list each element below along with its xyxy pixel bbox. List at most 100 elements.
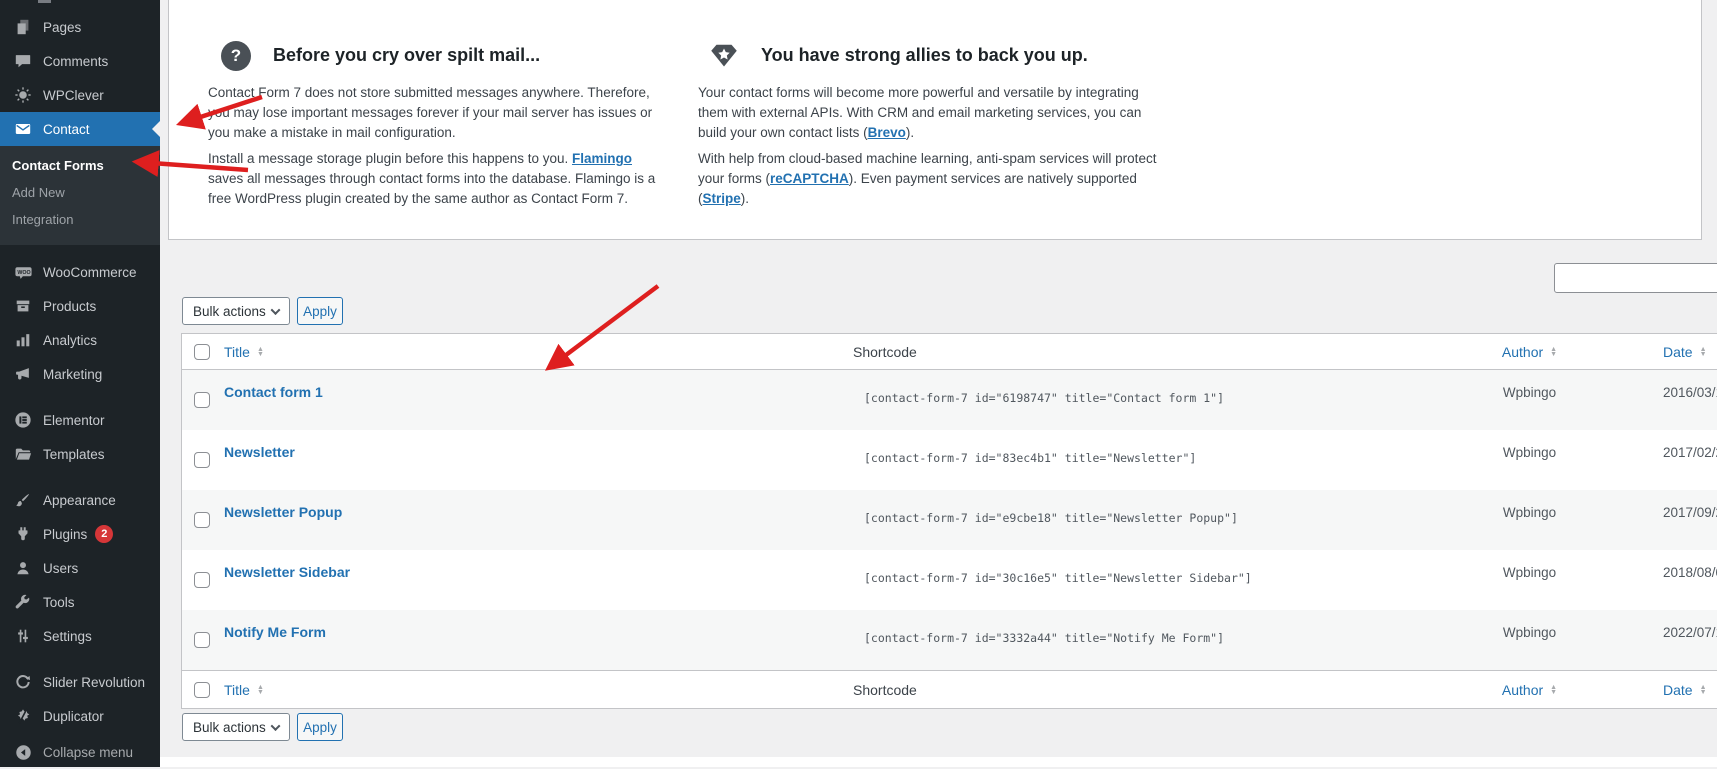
row-checkbox[interactable] <box>194 392 210 408</box>
stripe-link[interactable]: Stripe <box>703 191 741 206</box>
tablenav-top: Bulk actions Apply <box>182 297 343 327</box>
woocommerce-icon: WOO <box>13 262 33 282</box>
form-title-link[interactable]: Newsletter Sidebar <box>224 564 350 580</box>
page-footer-strip <box>160 757 1717 767</box>
sidebar-item-woocommerce[interactable]: WOO WooCommerce <box>0 255 160 289</box>
row-checkbox[interactable] <box>194 572 210 588</box>
date-cell: 2017/02/2 <box>1663 430 1717 460</box>
date-column-header[interactable]: Date▲▼ <box>1663 334 1707 370</box>
form-title-link[interactable]: Notify Me Form <box>224 624 326 640</box>
collapse-menu-button[interactable]: Collapse menu <box>0 735 160 769</box>
row-checkbox[interactable] <box>194 452 210 468</box>
flamingo-link[interactable]: Flamingo <box>572 151 632 166</box>
sidebar-item-pages[interactable]: Pages <box>0 10 160 44</box>
admin-sidebar: Pages Comments WPClever Contact Contact … <box>0 0 160 767</box>
sidebar-item-label: Duplicator <box>43 709 104 724</box>
bulk-actions-label: Bulk actions <box>193 304 266 319</box>
paragraph-text: Contact Form 7 does not store submitted … <box>208 85 652 140</box>
date-column-header[interactable]: Date▲▼ <box>1663 671 1707 709</box>
welcome-right-paragraph-2: With help from cloud-based machine learn… <box>698 149 1164 209</box>
sidebar-item-products[interactable]: Products <box>0 289 160 323</box>
title-column-header[interactable]: Title▲▼ <box>224 671 264 709</box>
sidebar-item-label: Slider Revolution <box>43 675 145 690</box>
submenu-item-integration[interactable]: Integration <box>0 206 160 233</box>
sidebar-item-users[interactable]: Users <box>0 551 160 585</box>
table-header-row: Title▲▼ Shortcode Author▲▼ Date▲▼ <box>182 334 1717 370</box>
bar-chart-icon <box>13 330 33 350</box>
author-cell: Wpbingo <box>1482 610 1577 640</box>
chevron-down-icon <box>271 305 281 315</box>
sidebar-item-plugins[interactable]: Plugins 2 <box>0 517 160 551</box>
sidebar-item-comments[interactable]: Comments <box>0 44 160 78</box>
table-row: Newsletter [contact-form-7 id="83ec4b1" … <box>182 430 1717 490</box>
sidebar-item-duplicator[interactable]: Duplicator <box>0 699 160 733</box>
sidebar-item-label: Plugins <box>43 527 87 542</box>
posts-icon-partial <box>38 0 51 3</box>
author-column-header[interactable]: Author▲▼ <box>1482 334 1577 370</box>
form-title-link[interactable]: Newsletter <box>224 444 295 460</box>
author-column-header[interactable]: Author▲▼ <box>1482 671 1577 709</box>
select-all-checkbox[interactable] <box>194 344 210 360</box>
author-cell: Wpbingo <box>1482 430 1577 460</box>
pages-icon <box>13 17 33 37</box>
sidebar-item-label: Settings <box>43 629 92 644</box>
sidebar-item-marketing[interactable]: Marketing <box>0 357 160 391</box>
form-title-link[interactable]: Contact form 1 <box>224 384 323 400</box>
date-cell: 2018/08/0 <box>1663 550 1717 580</box>
bulk-actions-select[interactable]: Bulk actions <box>182 297 290 325</box>
sidebar-item-label: Contact <box>43 122 90 137</box>
table-row: Newsletter Sidebar [contact-form-7 id="3… <box>182 550 1717 610</box>
sidebar-item-elementor[interactable]: Elementor <box>0 403 160 437</box>
sidebar-item-slider-revolution[interactable]: Slider Revolution <box>0 665 160 699</box>
welcome-left-paragraph-1: Contact Form 7 does not store submitted … <box>208 83 660 143</box>
shortcode-text: [contact-form-7 id="3332a44" title="Noti… <box>864 610 1224 645</box>
sidebar-item-contact[interactable]: Contact <box>0 112 160 146</box>
sidebar-item-analytics[interactable]: Analytics <box>0 323 160 357</box>
bulk-actions-select[interactable]: Bulk actions <box>182 713 290 741</box>
sidebar-item-label: Comments <box>43 54 108 69</box>
apply-button[interactable]: Apply <box>297 297 343 325</box>
folder-icon <box>13 444 33 464</box>
collapse-arrow-icon <box>13 742 33 762</box>
paragraph-text: Your contact forms will become more powe… <box>698 85 1141 140</box>
sidebar-item-label: Pages <box>43 20 81 35</box>
admin-content: ? Before you cry over spilt mail... Cont… <box>160 0 1717 767</box>
table-row: Newsletter Popup [contact-form-7 id="e9c… <box>182 490 1717 550</box>
sidebar-item-templates[interactable]: Templates <box>0 437 160 471</box>
date-cell: 2016/03/1 <box>1663 370 1717 400</box>
sidebar-item-appearance[interactable]: Appearance <box>0 483 160 517</box>
form-title-link[interactable]: Newsletter Popup <box>224 504 342 520</box>
sidebar-item-label: WooCommerce <box>43 265 137 280</box>
tablenav-bottom: Bulk actions Apply <box>182 713 343 743</box>
sidebar-item-tools[interactable]: Tools <box>0 585 160 619</box>
row-checkbox[interactable] <box>194 512 210 528</box>
shortcode-text: [contact-form-7 id="83ec4b1" title="News… <box>864 430 1196 465</box>
welcome-right-heading: You have strong allies to back you up. <box>761 45 1088 66</box>
row-checkbox[interactable] <box>194 632 210 648</box>
bulk-actions-label: Bulk actions <box>193 720 266 735</box>
author-cell: Wpbingo <box>1482 490 1577 520</box>
table-row: Notify Me Form [contact-form-7 id="3332a… <box>182 610 1717 670</box>
paintbrush-icon <box>13 490 33 510</box>
sidebar-item-label: Marketing <box>43 367 102 382</box>
sidebar-item-label: Templates <box>43 447 105 462</box>
plug-icon <box>13 524 33 544</box>
sidebar-item-settings[interactable]: Settings <box>0 619 160 653</box>
sort-arrows-icon: ▲▼ <box>1700 347 1707 358</box>
submenu-item-contact-forms[interactable]: Contact Forms <box>0 152 160 179</box>
select-all-checkbox[interactable] <box>194 682 210 698</box>
allies-diamond-icon <box>709 41 739 71</box>
recaptcha-link[interactable]: reCAPTCHA <box>770 171 849 186</box>
plugins-update-badge: 2 <box>95 525 113 543</box>
sidebar-item-label: Analytics <box>43 333 97 348</box>
apply-button[interactable]: Apply <box>297 713 343 741</box>
shortcode-text: [contact-form-7 id="e9cbe18" title="News… <box>864 490 1238 525</box>
table-footer-row: Title▲▼ Shortcode Author▲▼ Date▲▼ <box>182 670 1717 708</box>
paragraph-text: ). <box>906 125 914 140</box>
title-column-header[interactable]: Title▲▼ <box>224 334 264 370</box>
sidebar-item-wpclever[interactable]: WPClever <box>0 78 160 112</box>
submenu-item-add-new[interactable]: Add New <box>0 179 160 206</box>
date-cell: 2017/09/2 <box>1663 490 1717 520</box>
brevo-link[interactable]: Brevo <box>868 125 906 140</box>
search-input[interactable] <box>1554 263 1717 293</box>
